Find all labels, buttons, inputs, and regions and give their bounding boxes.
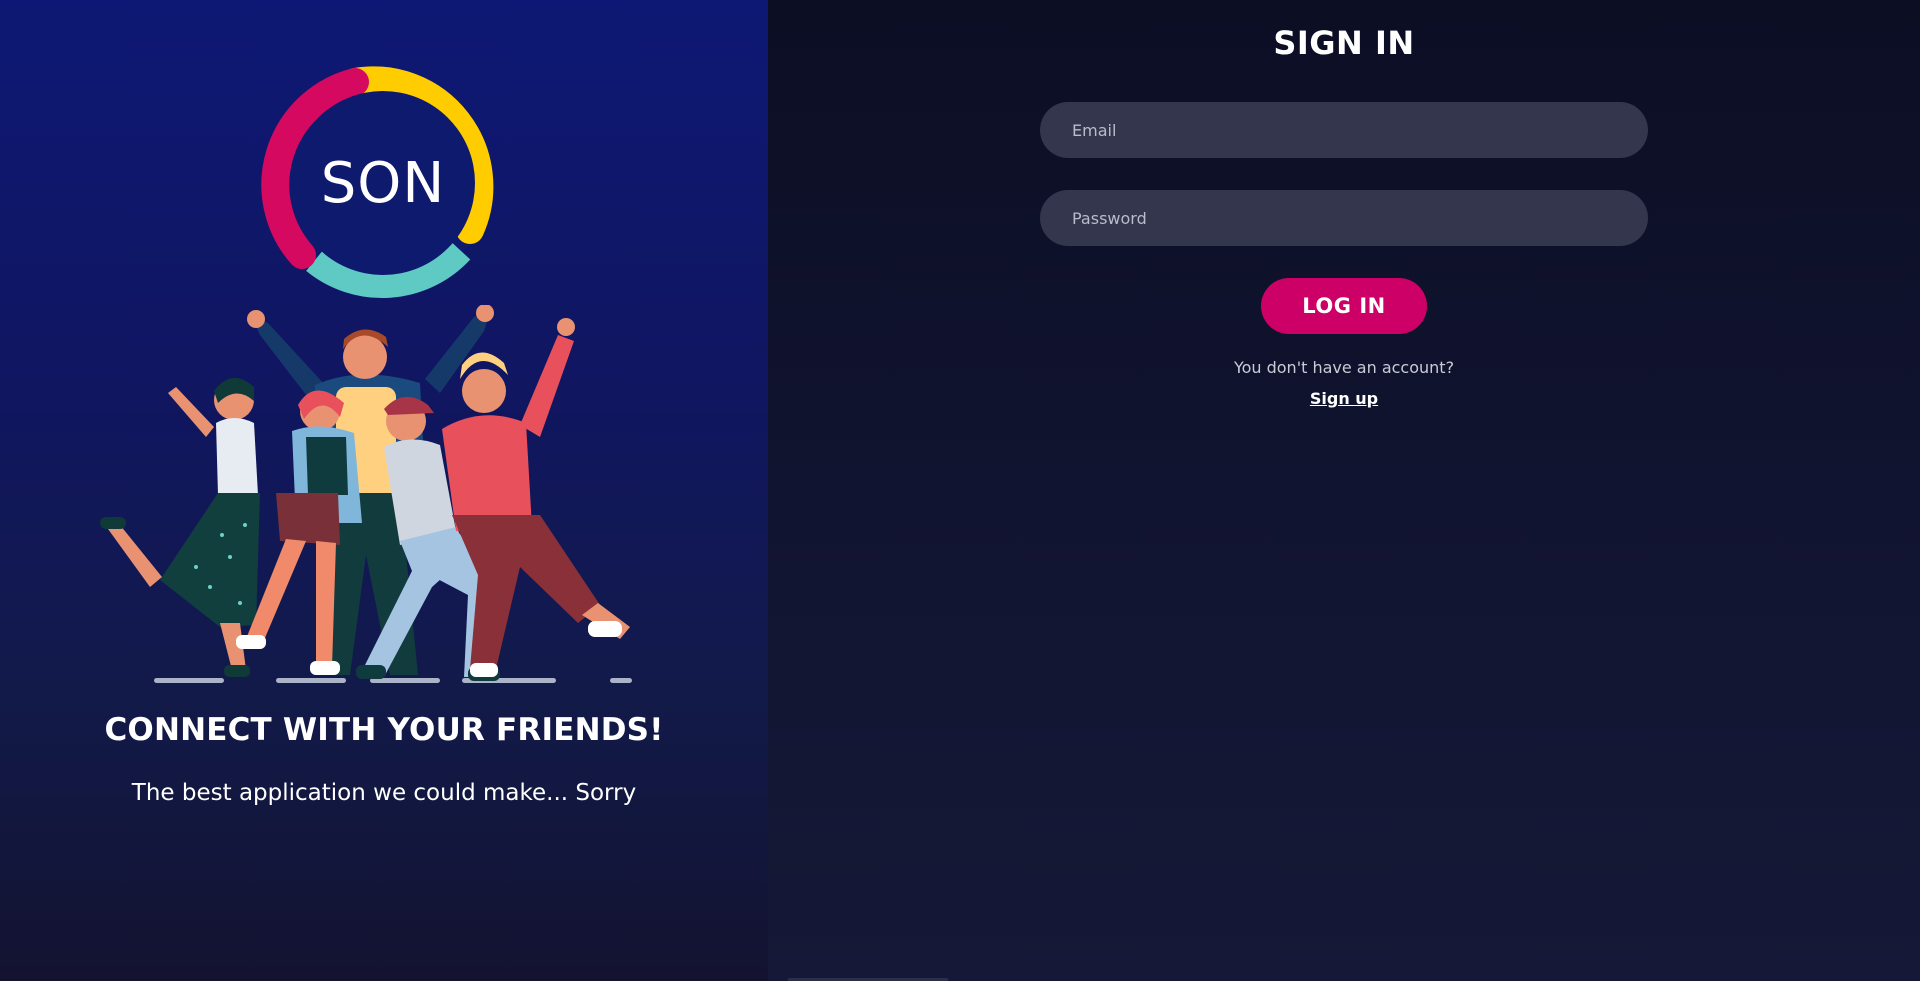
left-subtitle: The best application we could make... So…: [131, 780, 637, 806]
left-panel: SON CONNECT WITH YOUR FRIENDS! The best …: [0, 0, 768, 981]
signup-link-container: Sign up: [768, 389, 1920, 408]
friends-illustration: [100, 304, 670, 690]
login-button[interactable]: LOG IN: [1261, 278, 1427, 334]
signin-title: SIGN IN: [1273, 24, 1415, 62]
email-field[interactable]: [1040, 102, 1648, 158]
son-logo: SON: [260, 60, 506, 306]
left-headline: CONNECT WITH YOUR FRIENDS!: [104, 712, 664, 748]
no-account-text: You don't have an account?: [1233, 358, 1455, 377]
friends-illustration-image: [100, 304, 632, 683]
signup-link[interactable]: Sign up: [1310, 389, 1378, 408]
logo-text: SON: [320, 150, 446, 216]
page: SON CONNECT WITH YOUR FRIENDS! The best …: [0, 0, 1920, 981]
password-field[interactable]: [1040, 190, 1648, 246]
right-panel: SIGN IN LOG IN You don't have an account…: [768, 0, 1920, 981]
